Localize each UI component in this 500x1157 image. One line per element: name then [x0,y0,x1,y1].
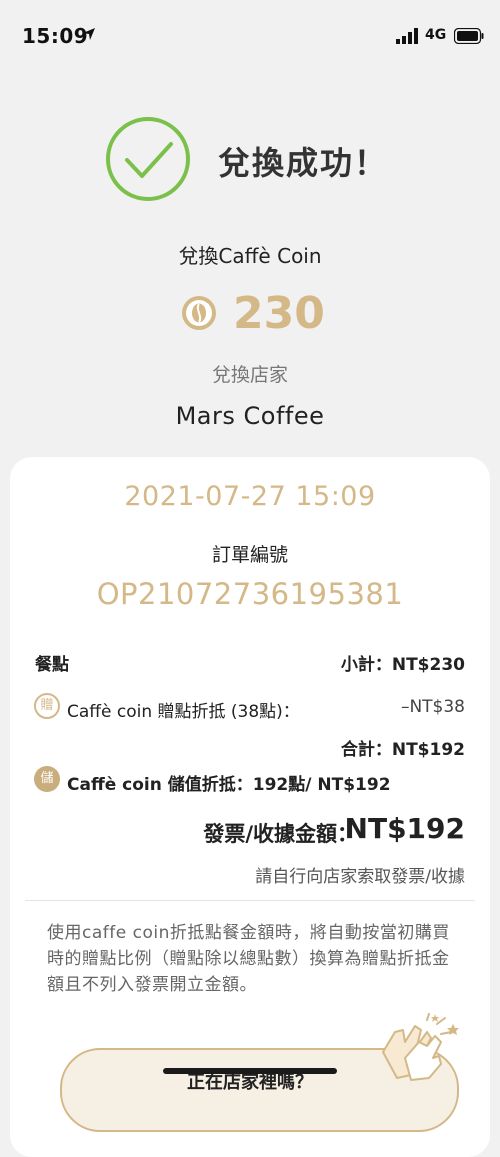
location-arrow-icon [83,28,95,40]
bonus-badge-icon: 贈 [34,693,60,719]
invoice-amount: NT$192 [344,812,465,845]
exchange-label: 兌換Caffè Coin [178,244,322,268]
store-name: Mars Coffee [175,402,325,430]
coin-amount: 230 [233,288,325,339]
total: 合計：NT$192 [340,740,465,760]
network-type: 4G [425,27,447,43]
bonus-discount-value: –NT$38 [400,697,465,717]
store-label: 兌換店家 [211,364,288,386]
order-datetime: 2021-07-27 15:09 [124,481,376,512]
invoice-label: 發票/收據金額： [203,822,358,846]
order-number-label: 訂單編號 [211,544,288,566]
battery-icon [454,28,484,44]
success-title: 兌換成功！ [218,144,389,182]
discount-explanation: 使用caffe coin折抵點餐金額時，將自動按當初購買時的贈點比例（贈點除以總… [47,923,450,995]
subtotal: 小計：NT$230 [340,655,465,675]
order-number: OP21072736195381 [96,577,404,611]
items-label: 餐點 [35,655,69,675]
invoice-note: 請自行向店家索取發票/收據 [255,867,465,887]
status-time: 15:09 [22,24,89,48]
bonus-discount-label: Caffè coin 贈點折抵 (38點)： [67,702,300,722]
status-bar: 15:09 4G [0,0,500,72]
home-indicator[interactable] [163,1068,337,1074]
stored-value-discount: Caffè coin 儲值折抵：192點/ NT$192 [67,775,391,795]
divider [25,900,475,901]
success-check-icon [106,117,190,201]
signal-icon [396,28,418,44]
stored-badge-icon: 儲 [34,766,60,792]
clapping-hands-icon [382,1013,459,1081]
coffee-coin-icon [182,296,216,330]
